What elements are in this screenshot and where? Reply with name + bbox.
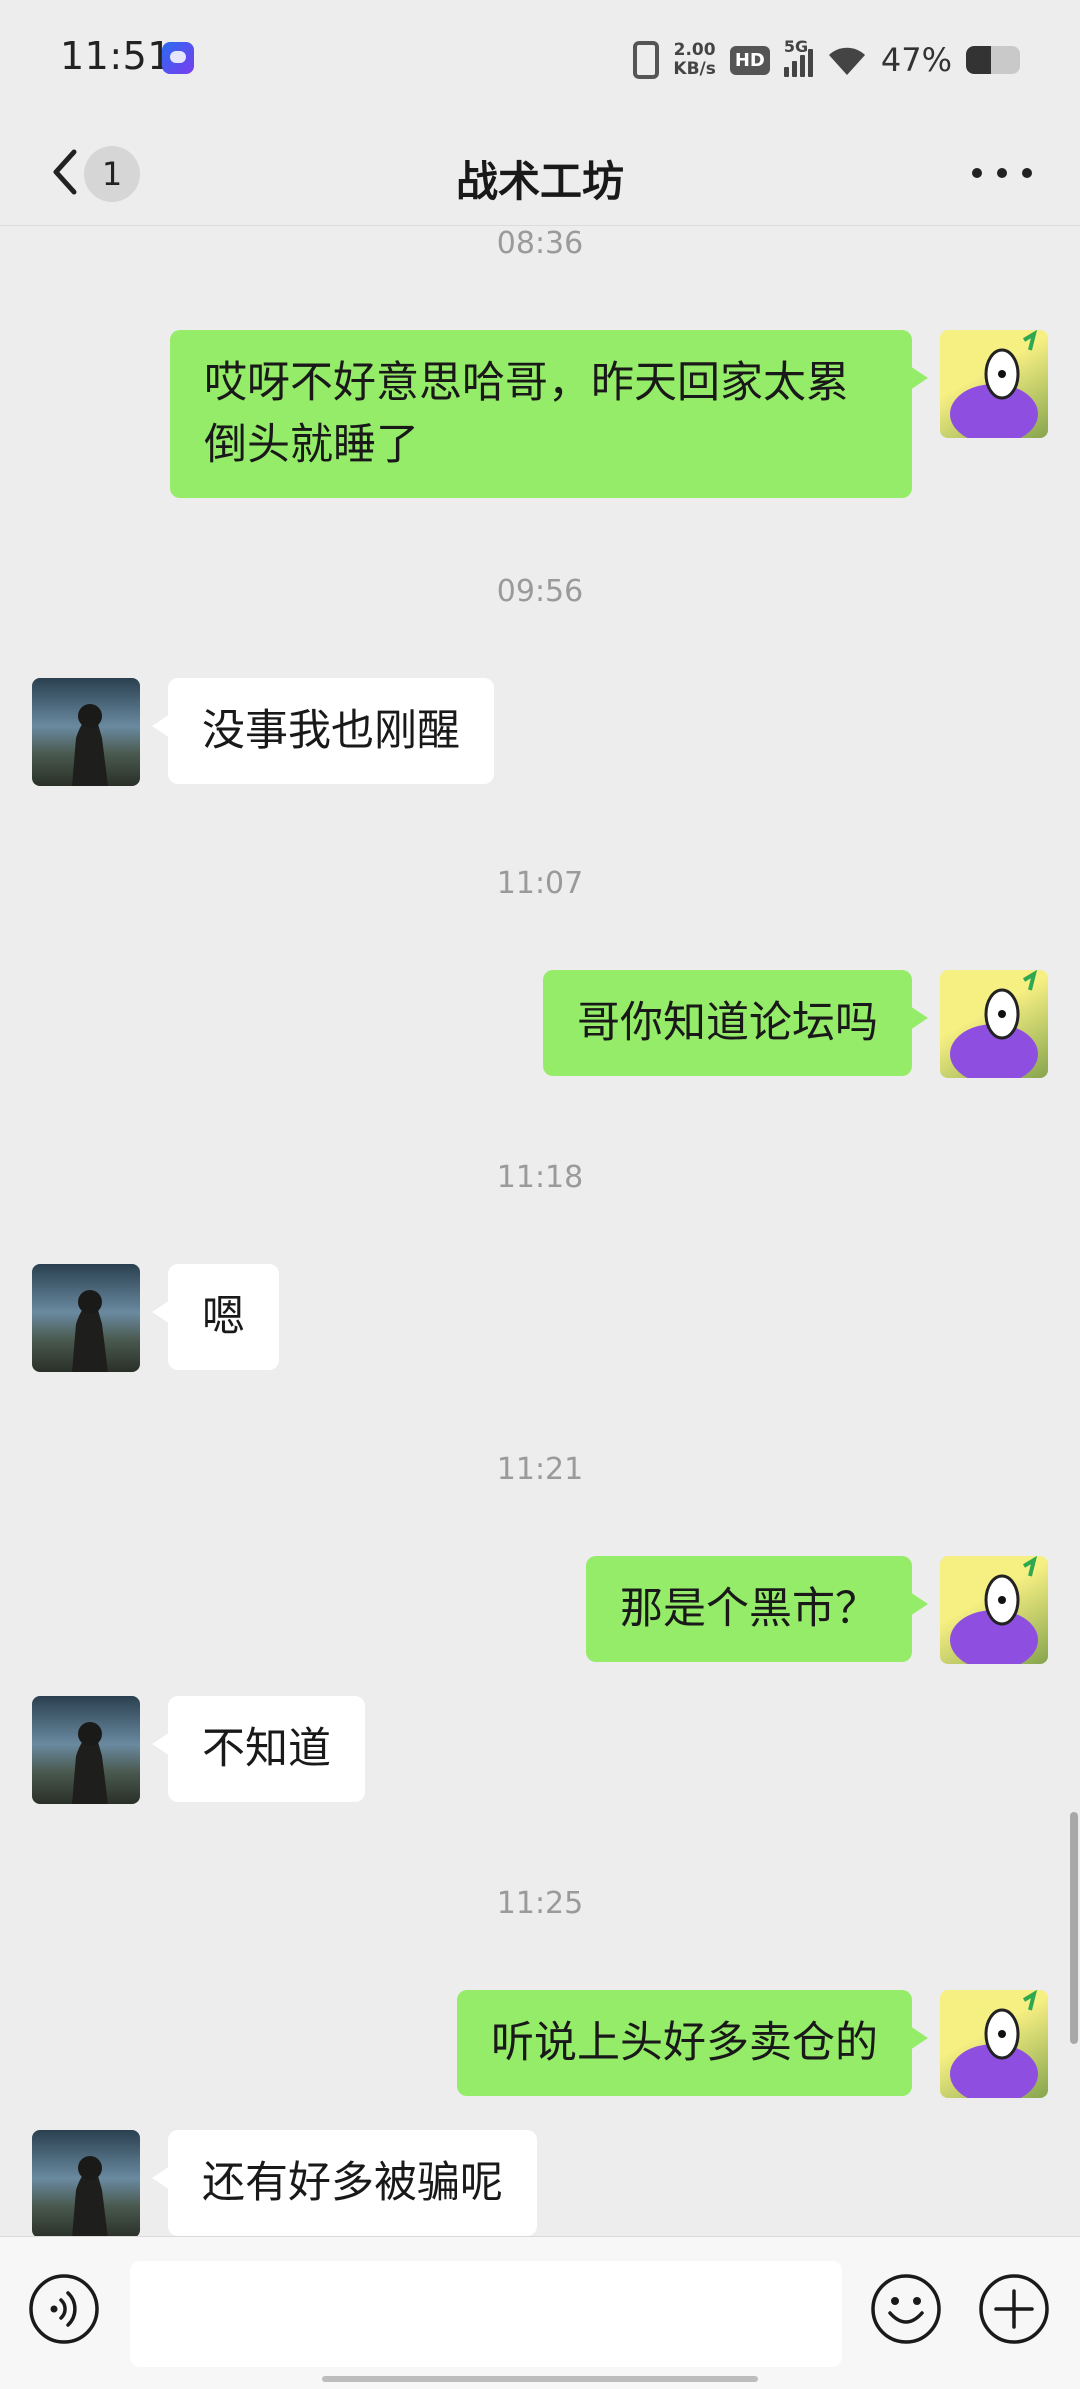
contact-avatar[interactable] <box>32 678 140 786</box>
soldier-photo-avatar-icon <box>72 704 108 786</box>
network-speed-unit: KB/s <box>673 59 716 79</box>
hd-voice-icon: HD <box>729 45 770 75</box>
message-bubble-received[interactable]: 嗯 <box>152 1264 279 1370</box>
timestamp: 11:07 <box>496 866 584 901</box>
signal-5g-icon: 5G <box>783 37 813 77</box>
vibrate-icon <box>633 41 660 79</box>
timestamp: 09:56 <box>496 574 584 609</box>
soldier-photo-avatar-icon <box>72 1290 108 1372</box>
purple-creature-avatar-icon <box>950 330 1038 438</box>
battery-icon <box>966 46 1020 74</box>
status-time: 11:51 <box>60 34 173 78</box>
more-dots-icon[interactable] <box>972 158 1032 188</box>
message-bubble-sent[interactable]: 哥你知道论坛吗 <box>543 970 928 1076</box>
plus-icon[interactable] <box>978 2273 1050 2345</box>
timestamp: 11:21 <box>496 1452 584 1487</box>
message-input-bar <box>0 2236 1080 2389</box>
app-notification-icon <box>162 42 194 74</box>
my-avatar[interactable] <box>940 1556 1048 1664</box>
status-indicators: 2.00 KB/s HD 5G 47% <box>633 36 1020 84</box>
voice-icon[interactable] <box>28 2273 100 2345</box>
network-speed-value: 2.00 <box>673 40 716 60</box>
message-bubble-received[interactable]: 还有好多被骗呢 <box>152 2130 537 2236</box>
contact-avatar[interactable] <box>32 1696 140 1804</box>
chat-header: 1 战术工坊 <box>0 120 1080 226</box>
message-list[interactable]: 08:36 哎呀不好意思哈哥，昨天回家太累倒头就睡了 09:56 没事我也刚醒 … <box>0 226 1080 2236</box>
my-avatar[interactable] <box>940 1990 1048 2098</box>
status-bar: 11:51 2.00 KB/s HD 5G 47% <box>0 0 1080 120</box>
my-avatar[interactable] <box>940 970 1048 1078</box>
timestamp: 11:25 <box>496 1886 584 1921</box>
contact-avatar[interactable] <box>32 2130 140 2236</box>
home-indicator[interactable] <box>322 2376 758 2382</box>
wifi-icon <box>828 47 865 75</box>
message-bubble-sent[interactable]: 那是个黑市？ <box>586 1556 928 1662</box>
contact-avatar[interactable] <box>32 1264 140 1372</box>
emoji-icon[interactable] <box>870 2273 942 2345</box>
purple-creature-avatar-icon <box>950 1990 1038 2098</box>
chat-scrollbar[interactable] <box>1070 1812 1078 2044</box>
timestamp: 11:18 <box>496 1160 584 1195</box>
soldier-photo-avatar-icon <box>72 1722 108 1804</box>
battery-percent: 47% <box>880 41 952 79</box>
message-bubble-sent[interactable]: 听说上头好多卖仓的 <box>457 1990 928 2096</box>
message-input[interactable] <box>130 2261 842 2367</box>
purple-creature-avatar-icon <box>950 970 1038 1078</box>
purple-creature-avatar-icon <box>950 1556 1038 1664</box>
my-avatar[interactable] <box>940 330 1048 438</box>
soldier-photo-avatar-icon <box>72 2156 108 2236</box>
network-speed: 2.00 KB/s <box>673 41 715 79</box>
chat-title: 战术工坊 <box>455 157 624 206</box>
network-type-label: 5G <box>783 37 809 56</box>
message-bubble-received[interactable]: 不知道 <box>152 1696 365 1802</box>
message-bubble-sent[interactable]: 哎呀不好意思哈哥，昨天回家太累倒头就睡了 <box>170 330 928 498</box>
timestamp: 08:36 <box>496 226 584 261</box>
message-bubble-received[interactable]: 没事我也刚醒 <box>152 678 494 784</box>
